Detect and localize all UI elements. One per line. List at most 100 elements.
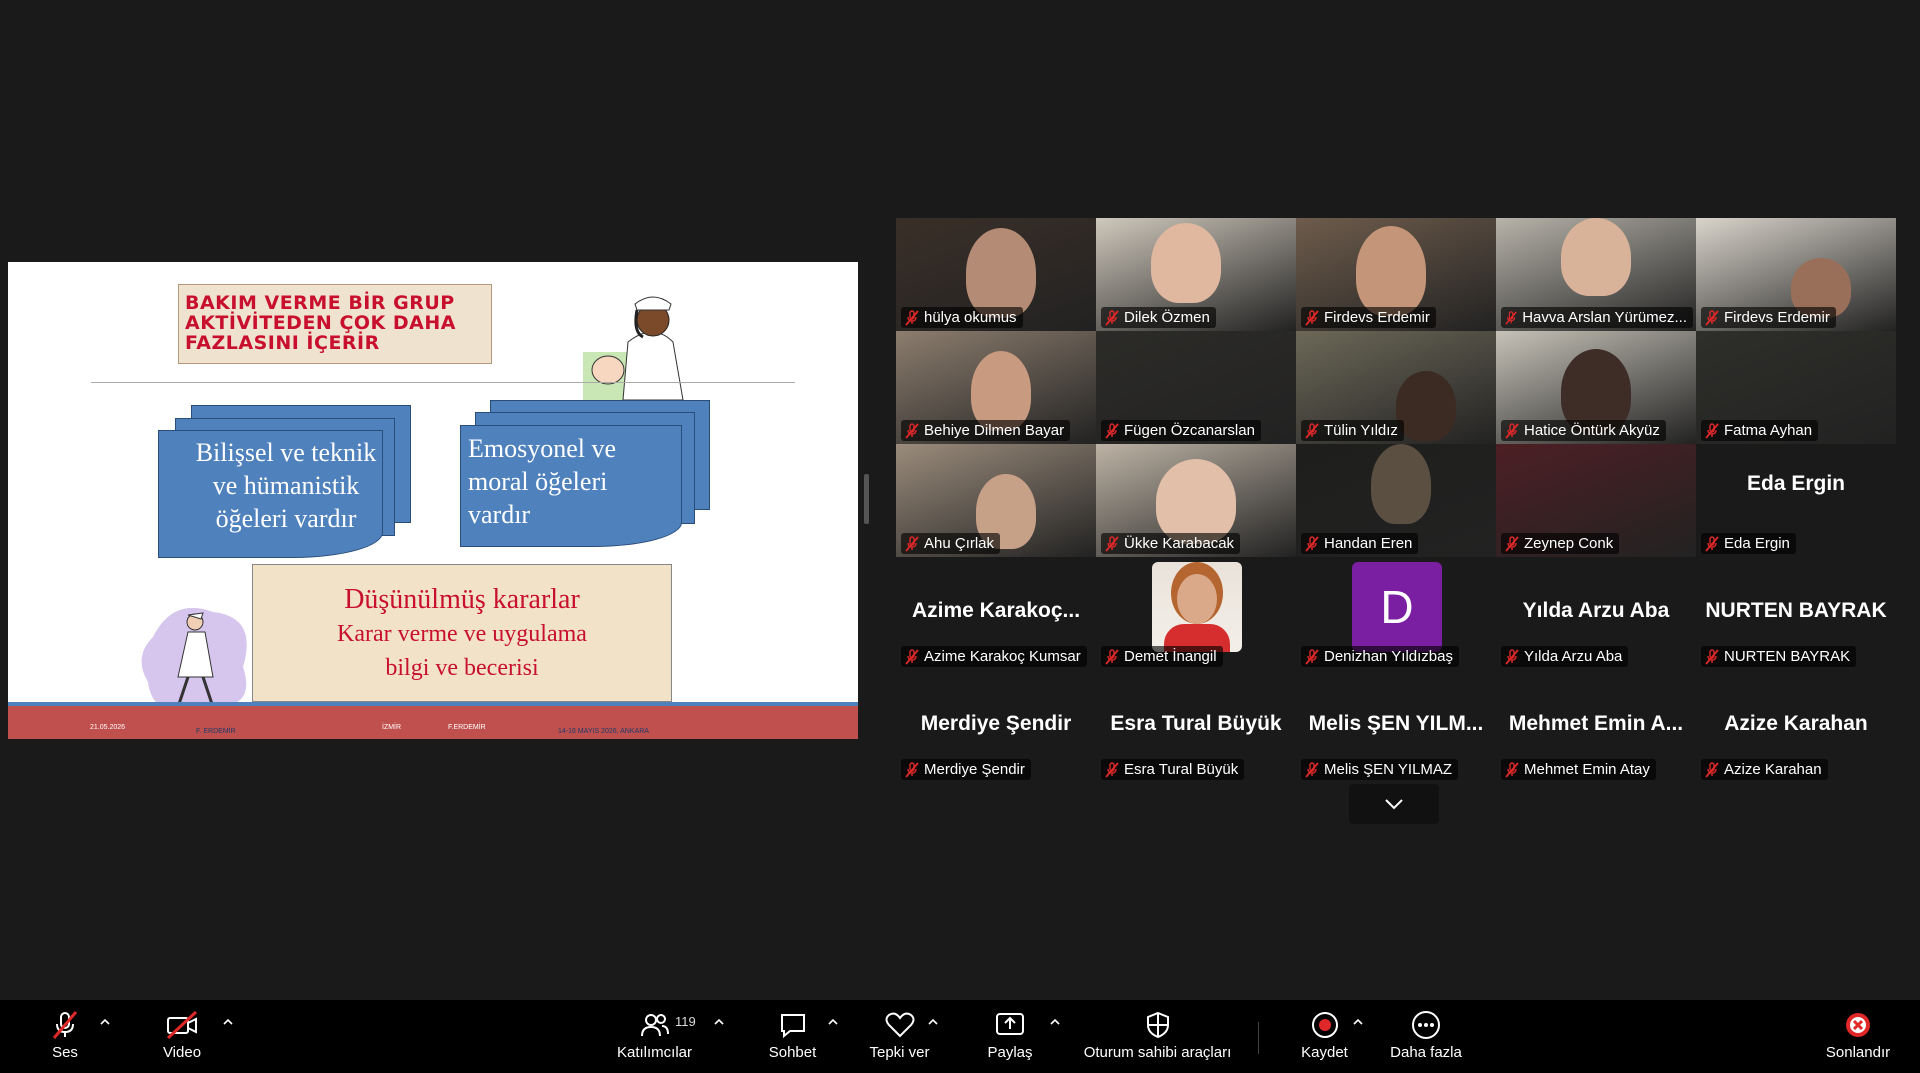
participant-name: Esra Tural Büyük — [1124, 761, 1239, 778]
split-handle[interactable] — [864, 474, 869, 524]
video-button[interactable]: Video — [157, 1010, 207, 1061]
participant-tile[interactable]: Fatma Ayhan — [1696, 331, 1896, 444]
participant-name: Tülin Yıldız — [1324, 422, 1398, 439]
end-button[interactable]: Sonlandır — [1822, 1010, 1894, 1061]
host-tools-label: Oturum sahibi araçları — [1083, 1044, 1232, 1061]
footer-event: 14-16 MAYIS 2026, ANKARA — [558, 728, 649, 735]
participant-tile[interactable]: Eda Ergin Eda Ergin — [1696, 444, 1896, 557]
mic-muted-icon — [1705, 535, 1719, 552]
participant-tile[interactable]: Firdevs Erdemir — [1696, 218, 1896, 331]
participant-figure — [1356, 226, 1426, 316]
host-tools-button[interactable]: Oturum sahibi araçları — [1080, 1010, 1235, 1061]
end-label: Sonlandır — [1825, 1044, 1891, 1061]
share-button[interactable]: Paylaş — [985, 1010, 1035, 1061]
mic-muted-icon — [1705, 422, 1719, 439]
footer-author-2: F.ERDEMİR — [448, 724, 486, 731]
participant-tile[interactable]: Handan Eren — [1296, 444, 1496, 557]
avatar-figure — [1177, 574, 1217, 624]
participant-name: Demet İnangil — [1124, 648, 1217, 665]
participant-name: Mehmet Emin Atay — [1524, 761, 1650, 778]
mic-muted-icon — [1105, 309, 1119, 326]
participant-name-tag: Havva Arslan Yürümez... — [1501, 307, 1693, 328]
participant-name: Fatma Ayhan — [1724, 422, 1813, 439]
participant-name-tag: Azize Karahan — [1701, 759, 1828, 780]
participant-display-name: Yılda Arzu Aba — [1522, 599, 1670, 622]
participant-tile[interactable]: Tülin Yıldız — [1296, 331, 1496, 444]
participants-label: Katılımcılar — [616, 1044, 692, 1061]
audio-options-caret[interactable] — [99, 1018, 111, 1026]
chat-label: Sohbet — [768, 1044, 817, 1061]
participant-tile[interactable]: Azize Karahan Azize Karahan — [1696, 670, 1896, 783]
participant-name: Ahu Çırlak — [924, 535, 995, 552]
mic-muted-icon — [1105, 761, 1119, 778]
mic-muted-icon — [1105, 648, 1119, 665]
react-button[interactable]: Tepki ver — [862, 1010, 937, 1061]
participant-tile[interactable]: Demet İnangil — [1096, 557, 1296, 670]
participant-display-name: Mehmet Emin A... — [1508, 712, 1684, 735]
mic-muted-icon — [1705, 761, 1719, 778]
mic-muted-icon — [1305, 535, 1319, 552]
participant-tile[interactable]: hülya okumus — [896, 218, 1096, 331]
participant-figure — [971, 351, 1031, 431]
record-options-caret[interactable] — [1352, 1018, 1364, 1026]
people-icon — [640, 1014, 669, 1037]
participant-tile[interactable]: Yılda Arzu Aba Yılda Arzu Aba — [1496, 557, 1696, 670]
participant-name-tag: Hatice Öntürk Akyüz — [1501, 420, 1666, 441]
meeting-toolbar: Ses Video Katılımcılar 119 Sohbet Tepki … — [0, 1000, 1920, 1073]
participant-name-tag: Fatma Ayhan — [1701, 420, 1819, 441]
participant-name-tag: Melis ŞEN YILMAZ — [1301, 759, 1459, 780]
chat-options-caret[interactable] — [827, 1018, 839, 1026]
participant-name-tag: Dilek Özmen — [1101, 307, 1216, 328]
participant-tile[interactable]: Hatice Öntürk Akyüz — [1496, 331, 1696, 444]
participant-tile[interactable]: Mehmet Emin A... Mehmet Emin Atay — [1496, 670, 1696, 783]
participant-name-tag: Firdevs Erdemir — [1701, 307, 1836, 328]
decision-line-3: bilgi ve becerisi — [385, 655, 539, 681]
chevron-down-icon — [1385, 799, 1403, 810]
participant-tile[interactable]: Ükke Karabacak — [1096, 444, 1296, 557]
toolbar-divider — [1258, 1022, 1259, 1054]
mic-muted-icon — [1305, 761, 1319, 778]
participant-name: Havva Arslan Yürümez... — [1522, 309, 1687, 326]
participant-tile[interactable]: NURTEN BAYRAK NURTEN BAYRAK — [1696, 557, 1896, 670]
gallery-scroll-down-button[interactable] — [1349, 784, 1439, 824]
decision-box: Düşünülmüş kararlar Karar verme ve uygul… — [252, 564, 672, 702]
participant-name-tag: Azime Karakoç Kumsar — [901, 646, 1087, 667]
record-button[interactable]: Kaydet — [1297, 1010, 1352, 1061]
react-options-caret[interactable] — [927, 1018, 939, 1026]
participant-display-name: Esra Tural Büyük — [1110, 712, 1282, 735]
video-off-icon — [166, 1010, 198, 1040]
participant-tile[interactable]: Azime Karakoç... Azime Karakoç Kumsar — [896, 557, 1096, 670]
participant-tile[interactable]: Firdevs Erdemir — [1296, 218, 1496, 331]
participant-tile[interactable]: Havva Arslan Yürümez... — [1496, 218, 1696, 331]
participant-name: hülya okumus — [924, 309, 1017, 326]
participant-tile[interactable]: Esra Tural Büyük Esra Tural Büyük — [1096, 670, 1296, 783]
participant-name: Yılda Arzu Aba — [1524, 648, 1623, 665]
participant-tile[interactable]: Fügen Özcanarslan — [1096, 331, 1296, 444]
participant-tile[interactable]: Dilek Özmen — [1096, 218, 1296, 331]
participant-name: Azize Karahan — [1724, 761, 1822, 778]
participant-tile[interactable]: Behiye Dilmen Bayar — [896, 331, 1096, 444]
participants-options-caret[interactable] — [713, 1018, 725, 1026]
participant-tile[interactable]: Melis ŞEN YILM... Melis ŞEN YILMAZ — [1296, 670, 1496, 783]
participant-figure — [1371, 444, 1431, 524]
chat-button[interactable]: Sohbet — [765, 1010, 820, 1061]
participant-tile[interactable]: Ahu Çırlak — [896, 444, 1096, 557]
footer-date: 21.05.2026 — [90, 724, 126, 731]
avatar: D — [1352, 562, 1442, 652]
participant-name: Melis ŞEN YILMAZ — [1324, 761, 1453, 778]
participant-name-tag: Handan Eren — [1301, 533, 1419, 554]
video-label: Video — [162, 1044, 202, 1061]
participant-tile[interactable]: Merdiye Şendir Merdiye Şendir — [896, 670, 1096, 783]
more-button[interactable]: Daha fazla — [1387, 1010, 1465, 1061]
mic-muted-icon — [52, 1011, 78, 1039]
participant-name-tag: Denizhan Yıldızbaş — [1301, 646, 1459, 667]
participant-tile[interactable]: Zeynep Conk — [1496, 444, 1696, 557]
participant-name-tag: Merdiye Şendir — [901, 759, 1031, 780]
participant-tile[interactable]: D Denizhan Yıldızbaş — [1296, 557, 1496, 670]
share-options-caret[interactable] — [1049, 1018, 1061, 1026]
video-options-caret[interactable] — [222, 1018, 234, 1026]
record-label: Kaydet — [1301, 1044, 1348, 1061]
avatar — [1152, 562, 1242, 652]
audio-button[interactable]: Ses — [45, 1010, 85, 1061]
record-icon — [1311, 1012, 1338, 1038]
